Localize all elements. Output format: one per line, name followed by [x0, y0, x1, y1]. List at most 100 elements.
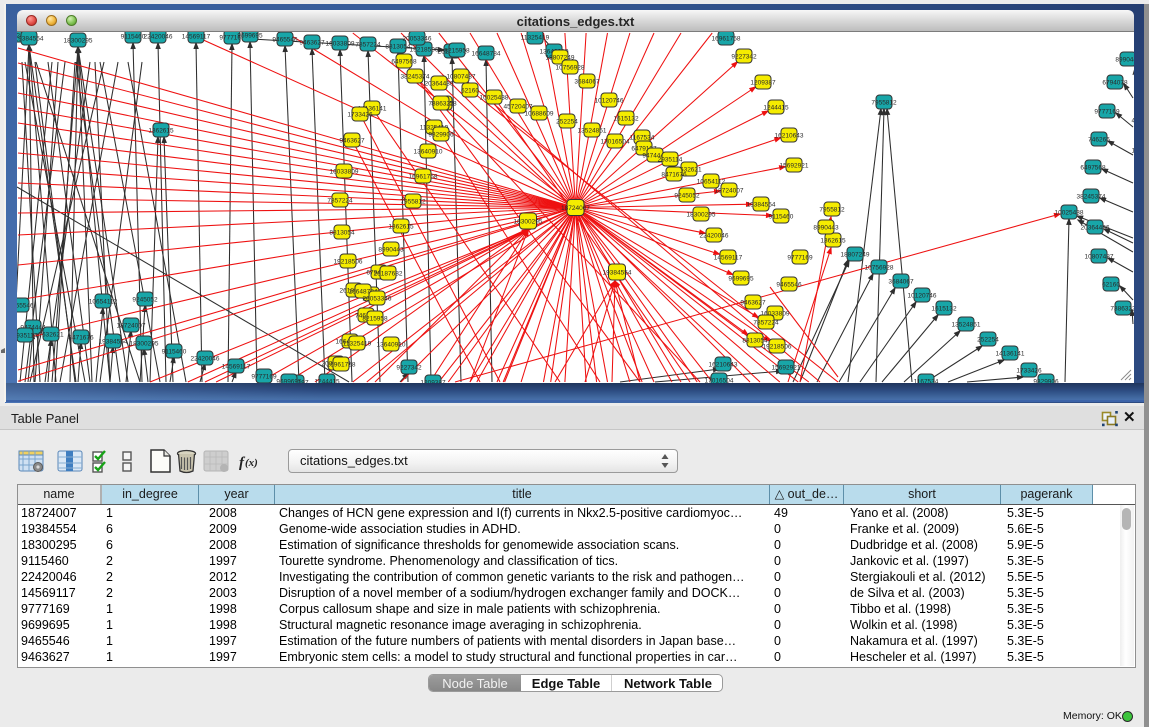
- svg-text:1244415: 1244415: [763, 105, 789, 112]
- svg-text:62160: 62160: [1102, 282, 1120, 289]
- svg-text:20053346: 20053346: [363, 296, 392, 303]
- svg-text:22420046: 22420046: [144, 34, 173, 41]
- svg-text:38245374: 38245374: [1077, 194, 1106, 201]
- svg-text:1615132: 1615132: [613, 116, 639, 123]
- svg-text:18724007: 18724007: [561, 205, 590, 212]
- svg-text:7955812: 7955812: [400, 199, 426, 206]
- svg-text:7955812: 7955812: [871, 100, 897, 107]
- svg-text:38245374: 38245374: [401, 74, 430, 81]
- svg-text:14569117: 14569117: [222, 364, 251, 371]
- svg-text:26187682: 26187682: [374, 271, 403, 278]
- svg-text:8990443: 8990443: [1115, 57, 1134, 64]
- svg-text:20053346: 20053346: [403, 36, 432, 43]
- svg-text:1209387: 1209387: [750, 80, 776, 87]
- svg-text:7955812: 7955812: [819, 207, 845, 214]
- svg-text:10807487: 10807487: [447, 74, 476, 81]
- svg-text:16961758: 16961758: [409, 174, 438, 181]
- svg-text:8471676: 8471676: [661, 172, 687, 179]
- svg-text:16961758: 16961758: [712, 36, 741, 43]
- svg-text:1167534: 1167534: [914, 379, 939, 384]
- svg-text:7632621: 7632621: [38, 332, 64, 339]
- svg-text:19384554: 19384554: [17, 36, 44, 43]
- svg-text:6497568: 6497568: [1080, 165, 1106, 172]
- svg-text:62160: 62160: [461, 88, 479, 95]
- svg-text:22420046: 22420046: [700, 233, 729, 240]
- svg-text:8215958: 8215958: [362, 316, 388, 323]
- svg-text:8990443: 8990443: [378, 247, 404, 254]
- svg-text:19218506: 19218506: [763, 344, 792, 351]
- svg-text:19218506: 19218506: [334, 259, 363, 266]
- svg-text:9227342: 9227342: [731, 54, 757, 61]
- svg-text:18300295: 18300295: [64, 38, 93, 45]
- svg-text:9463627: 9463627: [299, 40, 325, 47]
- svg-text:6497568: 6497568: [391, 59, 417, 66]
- svg-text:1733426: 1733426: [347, 112, 373, 119]
- svg-text:19384554: 19384554: [99, 339, 128, 346]
- svg-text:10025438: 10025438: [1055, 210, 1084, 217]
- svg-text:20364436: 20364436: [1081, 225, 1110, 232]
- svg-text:7857224: 7857224: [355, 42, 381, 49]
- svg-text:9699695: 9699695: [237, 33, 263, 40]
- svg-text:15692921: 15692921: [772, 365, 801, 372]
- svg-text:1244415: 1244415: [314, 379, 340, 384]
- svg-text:18807249: 18807249: [841, 252, 870, 259]
- svg-text:11325419: 11325419: [343, 341, 372, 348]
- svg-text:16648784: 16648784: [472, 51, 501, 58]
- svg-text:9463627: 9463627: [339, 138, 365, 145]
- svg-text:7386322: 7386322: [428, 101, 454, 108]
- svg-text:16033809: 16033809: [326, 41, 355, 48]
- svg-text:13524851: 13524851: [578, 128, 607, 135]
- svg-text:1733426: 1733426: [1016, 368, 1042, 375]
- svg-text:8813054: 8813054: [385, 44, 411, 51]
- svg-text:11325419: 11325419: [521, 35, 550, 42]
- svg-text:7386322: 7386322: [1110, 306, 1134, 313]
- svg-text:16961758: 16961758: [327, 362, 356, 369]
- svg-text:7857224: 7857224: [327, 198, 353, 205]
- svg-text:22420046: 22420046: [191, 356, 220, 363]
- svg-text:1209387: 1209387: [420, 380, 446, 384]
- svg-text:18724007: 18724007: [715, 188, 744, 195]
- svg-text:9777169: 9777169: [251, 374, 277, 381]
- svg-text:9245052: 9245052: [132, 297, 158, 304]
- svg-text:14136141: 14136141: [996, 351, 1025, 358]
- svg-text:13640910: 13640910: [414, 149, 443, 156]
- svg-text:9777169: 9777169: [787, 255, 813, 262]
- svg-text:10756928: 10756928: [865, 265, 894, 272]
- svg-text:2935114: 2935114: [17, 333, 38, 340]
- svg-text:10120746: 10120746: [595, 98, 624, 105]
- svg-text:45720407: 45720407: [504, 104, 533, 111]
- svg-text:7857224: 7857224: [753, 320, 779, 327]
- svg-text:252254: 252254: [977, 337, 999, 344]
- svg-text:1362615: 1362615: [820, 238, 846, 245]
- svg-text:6794078: 6794078: [1102, 80, 1128, 87]
- svg-text:8471676: 8471676: [68, 335, 94, 342]
- svg-text:2935114: 2935114: [658, 157, 683, 164]
- svg-text:8813054: 8813054: [329, 230, 355, 237]
- svg-text:9699695: 9699695: [276, 379, 302, 384]
- svg-text:252254: 252254: [556, 119, 578, 126]
- svg-text:45720407: 45720407: [1132, 118, 1134, 125]
- svg-text:10654112: 10654112: [89, 299, 118, 306]
- svg-text:16210643: 16210643: [709, 362, 738, 369]
- svg-text:9463627: 9463627: [740, 300, 766, 307]
- svg-text:9115460: 9115460: [162, 349, 187, 356]
- svg-text:9245052: 9245052: [674, 193, 700, 200]
- svg-text:13524851: 13524851: [952, 322, 981, 329]
- svg-text:17016504: 17016504: [705, 378, 734, 384]
- svg-text:(x): (x): [245, 457, 258, 469]
- svg-text:9329906: 9329906: [428, 132, 454, 139]
- svg-text:9465546: 9465546: [272, 37, 298, 44]
- svg-text:8215958: 8215958: [444, 48, 470, 55]
- svg-text:1362615: 1362615: [148, 128, 174, 135]
- svg-text:9699695: 9699695: [728, 276, 754, 283]
- svg-text:13640910: 13640910: [377, 342, 406, 349]
- svg-text:16210643: 16210643: [775, 133, 804, 140]
- svg-text:8990443: 8990443: [813, 225, 839, 232]
- svg-text:9777169: 9777169: [1094, 109, 1120, 116]
- svg-text:14569117: 14569117: [714, 255, 743, 262]
- svg-text:19218506: 19218506: [410, 47, 439, 54]
- svg-text:3684067: 3684067: [888, 279, 914, 286]
- svg-text:9115460: 9115460: [769, 214, 794, 221]
- svg-text:10688609: 10688609: [525, 111, 554, 118]
- svg-text:1615132: 1615132: [931, 306, 957, 313]
